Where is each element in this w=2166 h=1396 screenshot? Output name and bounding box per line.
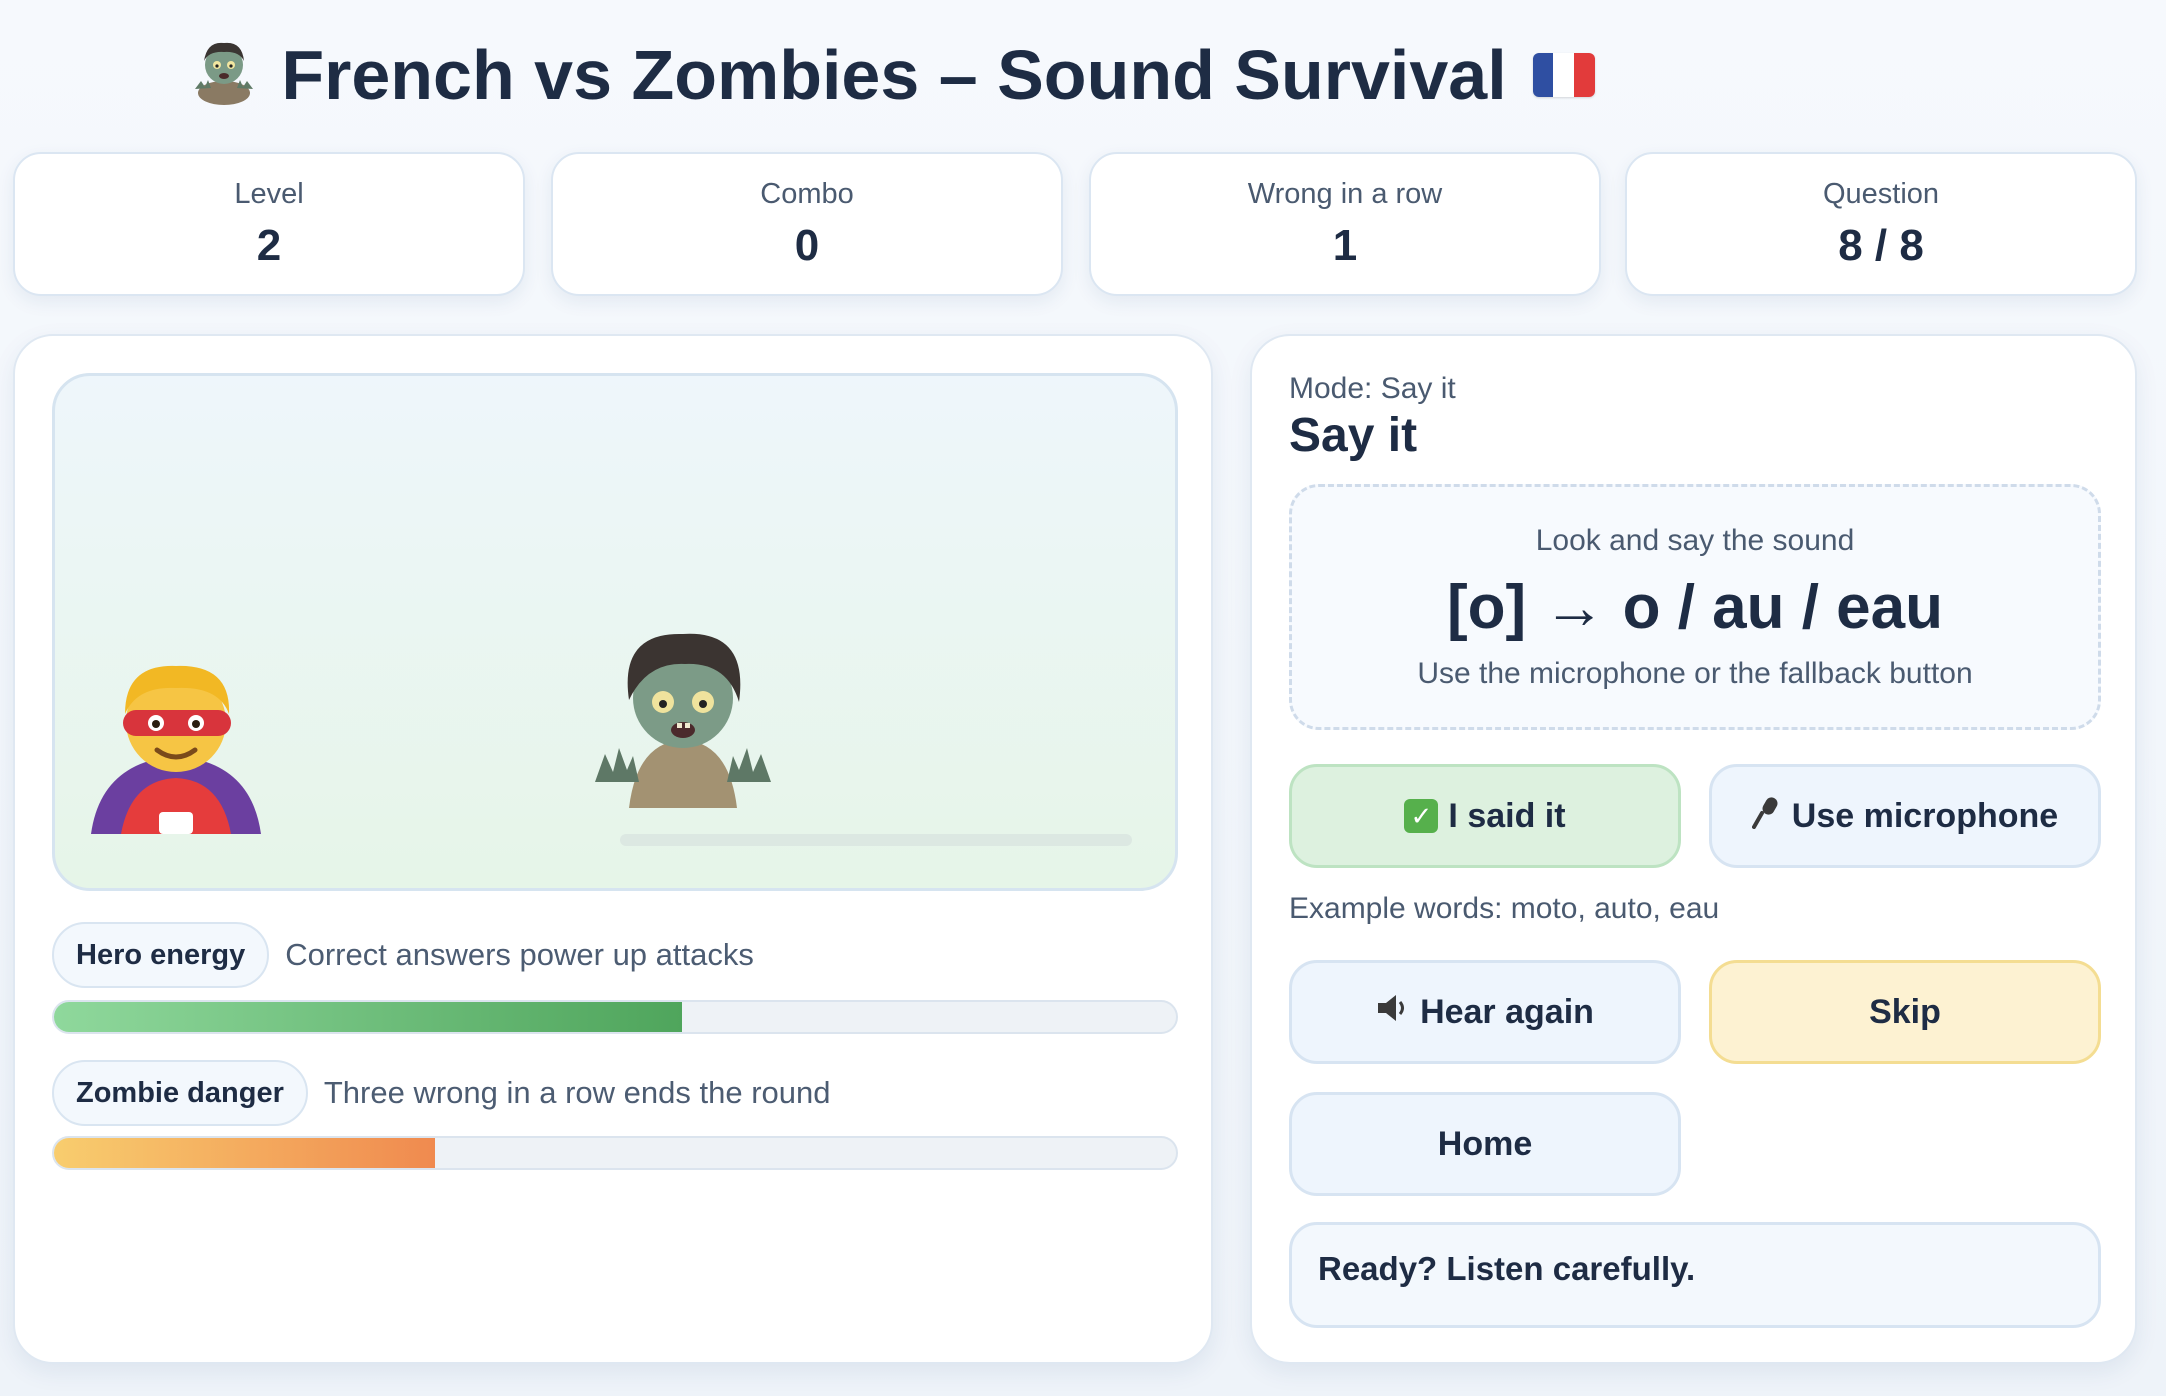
stat-combo: Combo 0 xyxy=(551,152,1063,296)
home-label: Home xyxy=(1437,1124,1533,1163)
stat-label: Combo xyxy=(760,177,854,210)
stat-label: Question xyxy=(1822,177,1940,210)
skip-label: Skip xyxy=(1869,992,1941,1031)
stat-question: Question 8 / 8 xyxy=(1625,152,2137,296)
hero-energy-bar xyxy=(52,1000,1178,1034)
stat-wrong-in-a-row: Wrong in a row 1 xyxy=(1089,152,1601,296)
speaker-icon xyxy=(1376,993,1410,1032)
prompt-instruction: Look and say the sound xyxy=(1535,523,1855,557)
use-microphone-label: Use microphone xyxy=(1791,796,2059,835)
mode-title: Say it xyxy=(1289,409,1418,462)
zombie-icon xyxy=(189,35,259,116)
zombie-approach-track xyxy=(620,834,1132,846)
stat-value: 1 xyxy=(1332,220,1358,270)
game-panel: Hero energy Correct answers power up att… xyxy=(13,334,1213,1364)
stat-label: Level xyxy=(234,177,304,210)
skip-button[interactable]: Skip xyxy=(1709,960,2101,1064)
stat-level: Level 2 xyxy=(13,152,525,296)
home-button[interactable]: Home xyxy=(1289,1092,1681,1196)
stat-value: 0 xyxy=(794,220,820,270)
microphone-icon xyxy=(1751,795,1782,837)
zombie-danger-label: Zombie danger xyxy=(52,1060,308,1126)
check-mark-icon: ✓ xyxy=(1404,799,1439,833)
hero-energy-row: Hero energy Correct answers power up att… xyxy=(52,922,754,988)
superhero-icon xyxy=(91,665,261,834)
app-title: French vs Zombies – Sound Survival xyxy=(0,30,1784,120)
title-text: French vs Zombies – Sound Survival xyxy=(281,36,1507,114)
stat-value: 2 xyxy=(256,220,282,270)
battle-arena xyxy=(52,373,1178,891)
french-flag-icon xyxy=(1532,53,1595,97)
i-said-it-label: I said it xyxy=(1448,796,1566,835)
zombie-danger-fill xyxy=(54,1138,436,1168)
mode-label: Mode: Say it xyxy=(1289,372,1456,405)
use-microphone-button[interactable]: Use microphone xyxy=(1709,764,2101,868)
hero-energy-description: Correct answers power up attacks xyxy=(285,937,754,972)
stats-row: Level 2 Combo 0 Wrong in a row 1 Questio… xyxy=(13,152,2137,296)
stat-label: Wrong in a row xyxy=(1247,177,1443,210)
hero-energy-fill xyxy=(54,1002,683,1032)
stat-value: 8 / 8 xyxy=(1838,220,1924,270)
zombie-icon xyxy=(595,633,771,808)
example-words: Example words: moto, auto, eau xyxy=(1289,892,1720,925)
hear-again-label: Hear again xyxy=(1420,992,1594,1031)
sound-prompt: Look and say the sound [o] → o / au / ea… xyxy=(1289,484,2101,730)
hero-energy-label: Hero energy xyxy=(52,922,270,988)
i-said-it-button[interactable]: ✓ I said it xyxy=(1289,764,1681,868)
question-panel: Mode: Say it Say it Look and say the sou… xyxy=(1250,334,2137,1364)
zombie-danger-row: Zombie danger Three wrong in a row ends … xyxy=(52,1060,831,1126)
zombie-danger-bar xyxy=(52,1136,1178,1170)
prompt-sound: [o] → o / au / eau xyxy=(1446,572,1944,642)
zombie-danger-description: Three wrong in a row ends the round xyxy=(323,1075,831,1110)
hear-again-button[interactable]: Hear again xyxy=(1289,960,1681,1064)
prompt-hint: Use the microphone or the fallback butto… xyxy=(1417,656,1973,690)
status-message: Ready? Listen carefully. xyxy=(1289,1222,2101,1328)
